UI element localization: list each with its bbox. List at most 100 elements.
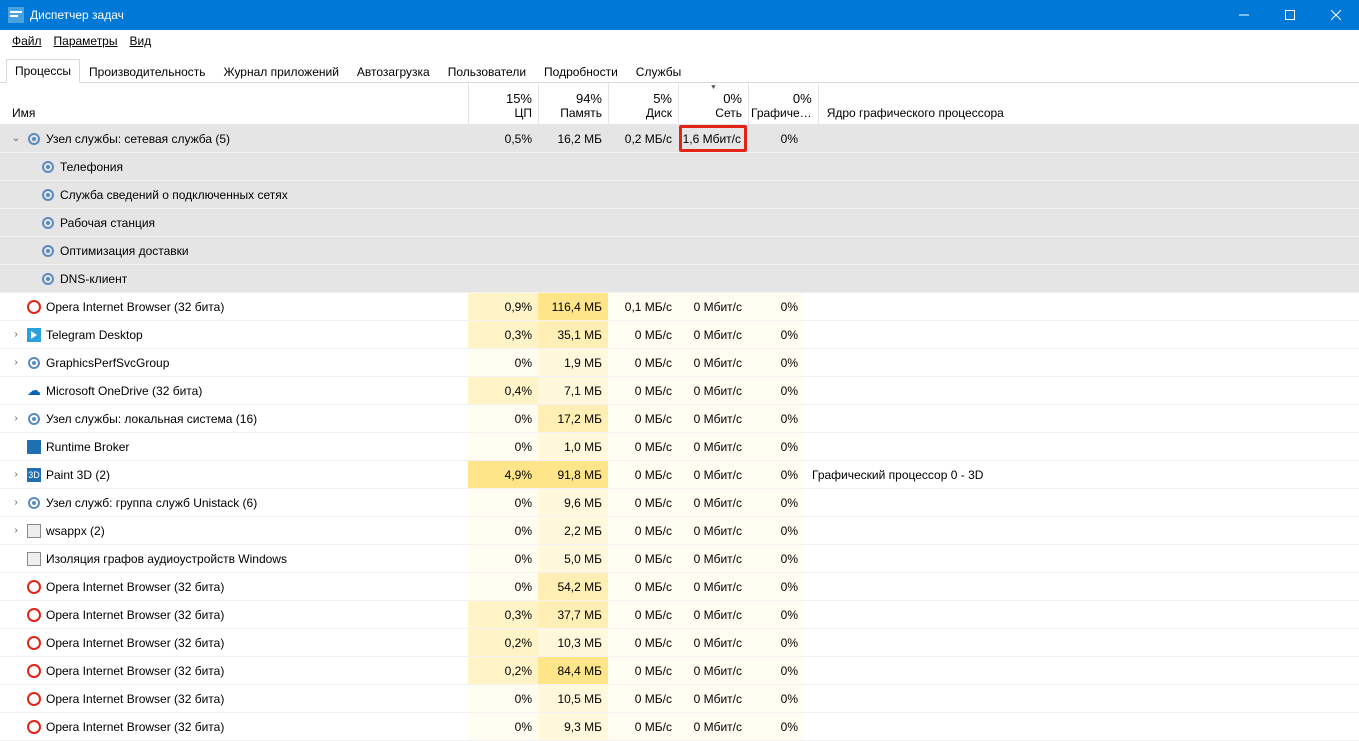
service-name: Рабочая станция: [60, 216, 155, 230]
opera-icon: [26, 719, 42, 735]
process-name: Opera Internet Browser (32 бита): [46, 720, 224, 734]
cell-memory: 91,8 МБ: [538, 461, 608, 488]
titlebar: Диспетчер задач: [0, 0, 1359, 30]
expand-icon[interactable]: ›: [10, 469, 22, 481]
col-memory[interactable]: 94% Память: [538, 83, 608, 124]
process-child-row[interactable]: Служба сведений о подключенных сетях: [0, 181, 1359, 209]
menubar: Файл Параметры Вид: [0, 30, 1359, 52]
process-name: Opera Internet Browser (32 бита): [46, 300, 224, 314]
gear-icon: [26, 355, 42, 371]
process-row[interactable]: ›Opera Internet Browser (32 бита)0,2%84,…: [0, 657, 1359, 685]
collapse-icon[interactable]: ⌄: [10, 133, 22, 145]
opera-icon: [26, 635, 42, 651]
gear-icon: [26, 495, 42, 511]
maximize-button[interactable]: [1267, 0, 1313, 30]
process-row[interactable]: ›☁Microsoft OneDrive (32 бита)0,4%7,1 МБ…: [0, 377, 1359, 405]
cell-cpu: 0,2%: [468, 657, 538, 684]
cell-disk: 0 МБ/с: [608, 713, 678, 740]
process-child-row[interactable]: DNS-клиент: [0, 265, 1359, 293]
process-row[interactable]: ›Opera Internet Browser (32 бита)0,2%10,…: [0, 629, 1359, 657]
cell-network: 0 Мбит/с: [678, 461, 748, 488]
process-row[interactable]: ›Opera Internet Browser (32 бита)0,9%116…: [0, 293, 1359, 321]
col-cpu[interactable]: 15% ЦП: [468, 83, 538, 124]
expand-icon[interactable]: ›: [10, 413, 22, 425]
menu-options[interactable]: Параметры: [48, 32, 124, 50]
col-disk[interactable]: 5% Диск: [608, 83, 678, 124]
process-row[interactable]: ›Telegram Desktop0,3%35,1 МБ0 МБ/с0 Мбит…: [0, 321, 1359, 349]
cell-gpu-engine: [804, 293, 1359, 320]
close-button[interactable]: [1313, 0, 1359, 30]
process-row[interactable]: ›Opera Internet Browser (32 бита)0,3%37,…: [0, 601, 1359, 629]
expand-icon[interactable]: ›: [10, 329, 22, 341]
expand-icon[interactable]: ›: [10, 357, 22, 369]
gear-icon: [40, 271, 56, 287]
opera-icon: [26, 579, 42, 595]
cell-cpu: 0,9%: [468, 293, 538, 320]
cell-disk: 0 МБ/с: [608, 461, 678, 488]
col-gpu[interactable]: 0% Графиче…: [748, 83, 818, 124]
tab-performance[interactable]: Производительность: [80, 60, 214, 83]
process-child-row[interactable]: Телефония: [0, 153, 1359, 181]
cell-memory: 9,6 МБ: [538, 489, 608, 516]
process-name: Telegram Desktop: [46, 328, 143, 342]
cell-memory: 17,2 МБ: [538, 405, 608, 432]
menu-view[interactable]: Вид: [123, 32, 157, 50]
process-row[interactable]: ›Изоляция графов аудиоустройств Windows0…: [0, 545, 1359, 573]
cell-gpu-engine: Графический процессор 0 - 3D: [804, 461, 1359, 488]
paint3d-icon: 3D: [26, 467, 42, 483]
gear-icon: [40, 215, 56, 231]
process-list[interactable]: ⌄ Узел службы: сетевая служба (5) 0,5% 1…: [0, 125, 1359, 741]
cell-network: 0 Мбит/с: [678, 405, 748, 432]
tab-apphistory[interactable]: Журнал приложений: [215, 60, 348, 83]
col-network[interactable]: ⯆ 0% Сеть: [678, 83, 748, 124]
process-row[interactable]: ›Opera Internet Browser (32 бита)0%9,3 М…: [0, 713, 1359, 741]
expand-icon[interactable]: ›: [10, 497, 22, 509]
process-row[interactable]: ›Узел службы: локальная система (16)0%17…: [0, 405, 1359, 433]
menu-file[interactable]: Файл: [6, 32, 48, 50]
process-row[interactable]: ›wsappx (2)0%2,2 МБ0 МБ/с0 Мбит/с0%: [0, 517, 1359, 545]
process-row-selected[interactable]: ⌄ Узел службы: сетевая служба (5) 0,5% 1…: [0, 125, 1359, 153]
process-child-row[interactable]: Рабочая станция: [0, 209, 1359, 237]
gear-icon: [40, 159, 56, 175]
process-child-row[interactable]: Оптимизация доставки: [0, 237, 1359, 265]
cell-gpu: 0%: [748, 685, 804, 712]
cell-disk: 0 МБ/с: [608, 545, 678, 572]
process-row[interactable]: ›Узел служб: группа служб Unistack (6)0%…: [0, 489, 1359, 517]
generic-icon: [26, 523, 42, 539]
app-icon: [8, 7, 24, 23]
process-row[interactable]: ›Opera Internet Browser (32 бита)0%10,5 …: [0, 685, 1359, 713]
process-row[interactable]: ›Runtime Broker0%1,0 МБ0 МБ/с0 Мбит/с0%: [0, 433, 1359, 461]
minimize-button[interactable]: [1221, 0, 1267, 30]
cell-disk: 0 МБ/с: [608, 321, 678, 348]
cell-disk: 0 МБ/с: [608, 349, 678, 376]
tab-services[interactable]: Службы: [627, 60, 690, 83]
process-row[interactable]: ›GraphicsPerfSvcGroup0%1,9 МБ0 МБ/с0 Мби…: [0, 349, 1359, 377]
process-row[interactable]: ›Opera Internet Browser (32 бита)0%54,2 …: [0, 573, 1359, 601]
cell-cpu: 0,5%: [468, 125, 538, 152]
process-row[interactable]: ›3DPaint 3D (2)4,9%91,8 МБ0 МБ/с0 Мбит/с…: [0, 461, 1359, 489]
cell-memory: 7,1 МБ: [538, 377, 608, 404]
tab-users[interactable]: Пользователи: [439, 60, 535, 83]
cell-cpu: 0,3%: [468, 601, 538, 628]
cell-network: 0 Мбит/с: [678, 685, 748, 712]
cell-gpu-engine: [804, 685, 1359, 712]
col-gpu-engine[interactable]: Ядро графического процессора: [818, 83, 1359, 124]
cell-memory: 54,2 МБ: [538, 573, 608, 600]
cell-network: 0 Мбит/с: [678, 377, 748, 404]
process-name: Paint 3D (2): [46, 468, 110, 482]
process-name: Узел служб: группа служб Unistack (6): [46, 496, 257, 510]
tab-processes[interactable]: Процессы: [6, 59, 80, 83]
cell-network: 0 Мбит/с: [678, 713, 748, 740]
cell-cpu: 0,3%: [468, 321, 538, 348]
tab-details[interactable]: Подробности: [535, 60, 627, 83]
onedrive-icon: ☁: [26, 383, 42, 399]
cell-gpu: 0%: [748, 573, 804, 600]
tab-startup[interactable]: Автозагрузка: [348, 60, 439, 83]
cell-network: 0 Мбит/с: [678, 321, 748, 348]
cell-memory: 84,4 МБ: [538, 657, 608, 684]
cell-disk: 0 МБ/с: [608, 573, 678, 600]
cell-network: 0 Мбит/с: [678, 573, 748, 600]
cell-gpu: 0%: [748, 293, 804, 320]
col-name[interactable]: Имя: [0, 83, 468, 124]
expand-icon[interactable]: ›: [10, 525, 22, 537]
